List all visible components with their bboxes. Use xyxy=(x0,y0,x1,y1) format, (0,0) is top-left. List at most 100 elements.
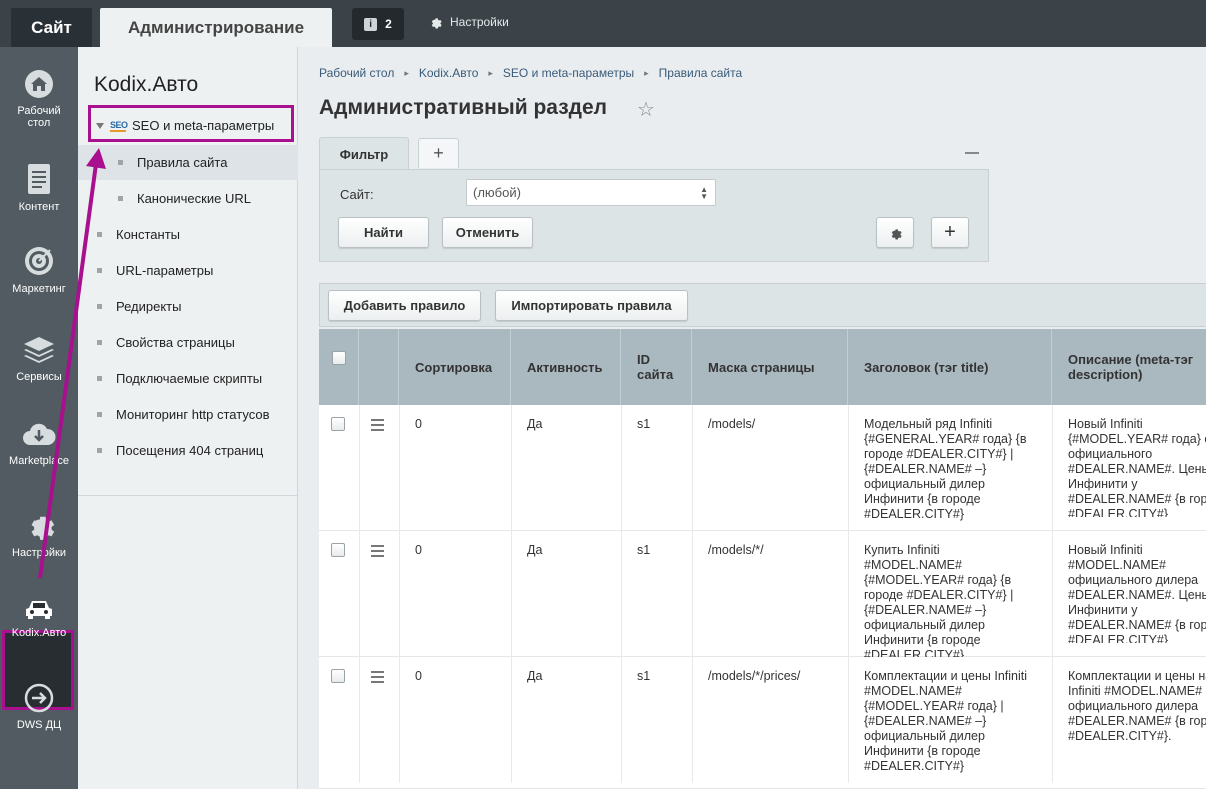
menu-item-scripts[interactable]: Подключаемые скрипты xyxy=(97,371,262,386)
table-header: Сортировка Активность ID сайта Маска стр… xyxy=(319,329,1206,405)
menu-item-page-properties[interactable]: Свойства страницы xyxy=(97,335,235,350)
cell-site: s1 xyxy=(637,669,651,683)
column-site-id-label: ID сайта xyxy=(637,352,674,382)
target-icon xyxy=(25,247,53,275)
menu-item-label: SEO и meta-параметры xyxy=(132,118,275,133)
gear-icon xyxy=(31,516,55,540)
menu-item-label: Редиректы xyxy=(116,299,182,314)
nav-label: Рабочий стол xyxy=(17,105,61,129)
table-row[interactable]: 0 Да s1 /models/*/ Купить Infiniti #MODE… xyxy=(319,531,1206,662)
menu-item-label: Свойства страницы xyxy=(116,335,235,350)
info-icon: i xyxy=(364,17,378,31)
menu-item-site-rules[interactable]: Правила сайта xyxy=(118,155,227,170)
column-page-mask[interactable]: Маска страницы xyxy=(692,329,848,405)
cell-description: Комплектации и цены на Infiniti #MODEL.N… xyxy=(1068,669,1206,743)
nav-item-marketing[interactable]: Маркетинг xyxy=(0,245,78,295)
breadcrumb-link[interactable]: Рабочий стол xyxy=(319,66,394,80)
notifications-count: 2 xyxy=(385,17,392,31)
nav-label: Сервисы xyxy=(16,371,62,383)
site-select[interactable]: (любой) ▲ ▼ xyxy=(466,179,716,206)
cell-title: Комплектации и цены Infiniti #MODEL.NAME… xyxy=(864,669,1028,773)
cell-mask: /models/ xyxy=(708,417,756,431)
cancel-button[interactable]: Отменить xyxy=(442,217,533,248)
nav-item-services[interactable]: Сервисы xyxy=(0,335,78,383)
cell-active: Да xyxy=(527,669,543,683)
menu-item-label: Правила сайта xyxy=(137,155,228,170)
menu-item-label: Подключаемые скрипты xyxy=(116,371,263,386)
table-row[interactable]: 0 Да s1 /models/*/prices/ Комплектации и… xyxy=(319,657,1206,789)
cell-active: Да xyxy=(527,543,543,557)
menu-item-seo[interactable]: SEO SEO и meta-параметры xyxy=(96,118,274,133)
notifications-button[interactable]: i 2 xyxy=(352,8,404,40)
cell-sort: 0 xyxy=(415,669,422,683)
minimize-icon[interactable] xyxy=(965,152,979,154)
cell-sort: 0 xyxy=(415,417,422,431)
column-sort[interactable]: Сортировка xyxy=(399,329,511,405)
bullet-icon xyxy=(97,340,102,345)
top-bar: Сайт Администрирование i 2 Настройки xyxy=(0,0,1206,47)
menu-item-canonical-url[interactable]: Канонические URL xyxy=(118,191,251,206)
table-row[interactable]: 0 Да s1 /models/ Модельный ряд Infiniti … xyxy=(319,405,1206,531)
row-checkbox[interactable] xyxy=(331,417,345,431)
breadcrumb-link[interactable]: Правила сайта xyxy=(659,66,742,80)
menu-item-url-params[interactable]: URL-параметры xyxy=(97,263,213,278)
nav-item-desktop[interactable]: Рабочий стол xyxy=(0,69,78,129)
nav-label: Маркетинг xyxy=(12,283,66,295)
nav-item-settings[interactable]: Настройки xyxy=(0,509,78,559)
star-icon[interactable]: ☆ xyxy=(637,97,655,122)
site-label: Сайт: xyxy=(340,187,374,202)
nav-item-dws[interactable]: DWS ДЦ xyxy=(0,683,78,731)
menu-item-label: Посещения 404 страниц xyxy=(116,443,264,458)
tab-administration[interactable]: Администрирование xyxy=(100,8,332,47)
layers-icon xyxy=(24,337,54,363)
filter-tab[interactable]: Фильтр xyxy=(319,137,409,170)
column-site-id[interactable]: ID сайта xyxy=(621,329,692,405)
nav-item-content[interactable]: Контент xyxy=(0,163,78,213)
menu-item-http-monitoring[interactable]: Мониторинг http статусов xyxy=(97,407,270,422)
menu-icon[interactable] xyxy=(371,545,384,560)
find-button[interactable]: Найти xyxy=(338,217,429,248)
car-icon xyxy=(26,601,52,619)
cell-site: s1 xyxy=(637,417,651,431)
home-icon xyxy=(25,70,53,98)
menu-icon[interactable] xyxy=(371,419,384,434)
cell-title: Модельный ряд Infiniti {#GENERAL.YEAR# г… xyxy=(864,417,1027,521)
nav-label: Настройки xyxy=(12,547,66,559)
import-rules-button[interactable]: Импортировать правила xyxy=(495,290,688,321)
nav-item-kodix-auto[interactable]: Kodix.Авто xyxy=(0,597,78,639)
add-filter-tab-button[interactable]: + xyxy=(418,138,459,168)
settings-link[interactable]: Настройки xyxy=(428,15,509,29)
bullet-icon xyxy=(118,160,123,165)
row-checkbox[interactable] xyxy=(331,669,345,683)
add-rule-button[interactable]: Добавить правило xyxy=(328,290,481,321)
cloud-download-icon xyxy=(23,423,56,445)
menu-item-redirects[interactable]: Редиректы xyxy=(97,299,181,314)
add-filter-field-button[interactable]: + xyxy=(931,217,969,248)
breadcrumb-link[interactable]: Kodix.Авто xyxy=(419,66,479,80)
seo-icon: SEO xyxy=(110,119,128,132)
chevron-right-icon: ▸ xyxy=(488,67,493,78)
column-description[interactable]: Описание (meta-тэг description) xyxy=(1052,329,1206,405)
column-title[interactable]: Заголовок (тэг title) xyxy=(848,329,1052,405)
filter-settings-button[interactable] xyxy=(876,217,914,248)
column-active[interactable]: Активность xyxy=(511,329,621,405)
document-icon xyxy=(28,164,50,194)
select-all-checkbox[interactable] xyxy=(331,351,346,365)
breadcrumb-link[interactable]: SEO и meta-параметры xyxy=(503,66,634,80)
bullet-icon xyxy=(97,268,102,273)
bullet-icon xyxy=(97,232,102,237)
menu-item-404-visits[interactable]: Посещения 404 страниц xyxy=(97,443,263,458)
bullet-icon xyxy=(97,448,102,453)
cell-sort: 0 xyxy=(415,543,422,557)
nav-label: Контент xyxy=(18,201,60,213)
section-menu: Kodix.Авто SEO SEO и meta-параметры Прав… xyxy=(78,47,298,789)
nav-item-marketplace[interactable]: Marketplace xyxy=(0,421,78,467)
menu-item-label: Мониторинг http статусов xyxy=(116,407,270,422)
cell-mask: /models/*/ xyxy=(708,543,764,557)
cell-description: Новый Infiniti #MODEL.NAME# официального… xyxy=(1068,543,1206,643)
menu-icon[interactable] xyxy=(371,671,384,686)
cell-site: s1 xyxy=(637,543,651,557)
menu-item-constants[interactable]: Константы xyxy=(97,227,180,242)
row-checkbox[interactable] xyxy=(331,543,345,557)
tab-site[interactable]: Сайт xyxy=(11,8,92,47)
